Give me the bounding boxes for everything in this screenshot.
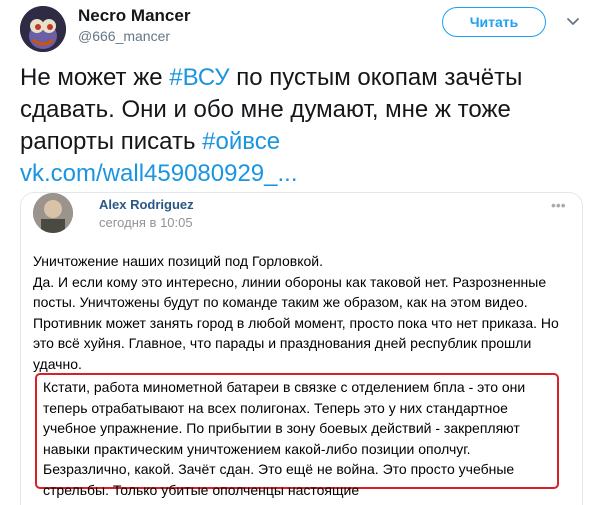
vk-avatar [33, 193, 73, 233]
more-dots-icon: ••• [551, 197, 566, 213]
vk-post-paragraph: Уничтожение наших позиций под Горловкой.… [33, 251, 573, 374]
author-avatar[interactable] [20, 6, 66, 52]
vk-paragraph-text: Уничтожение наших позиций под Горловкой.… [33, 253, 559, 372]
vk-paragraph-text: Кстати, работа минометной батареи в связ… [43, 379, 526, 498]
highlighted-paragraph: Кстати, работа минометной батареи в связ… [35, 373, 559, 498]
author-handle[interactable]: @666_mancer [78, 28, 170, 44]
vk-post-date: сегодня в 10:05 [99, 215, 193, 230]
hashtag-oivse[interactable]: #ойвсе [202, 128, 280, 155]
author-name[interactable]: Necro Mancer [78, 6, 190, 26]
embedded-screenshot: Alex Rodriguez сегодня в 10:05 ••• Уничт… [20, 192, 583, 505]
follow-button[interactable]: Читать [442, 7, 546, 37]
tweet-text-part: Не может же [20, 64, 170, 91]
tweet-link[interactable]: vk.com/wall459080929_... [20, 160, 298, 187]
vk-author-name: Alex Rodriguez [99, 197, 194, 212]
tweet-text: Не может же #ВСУ по пустым окопам зачёты… [20, 62, 595, 190]
chevron-down-icon[interactable] [564, 12, 582, 30]
hashtag-vsu[interactable]: #ВСУ [169, 64, 229, 91]
